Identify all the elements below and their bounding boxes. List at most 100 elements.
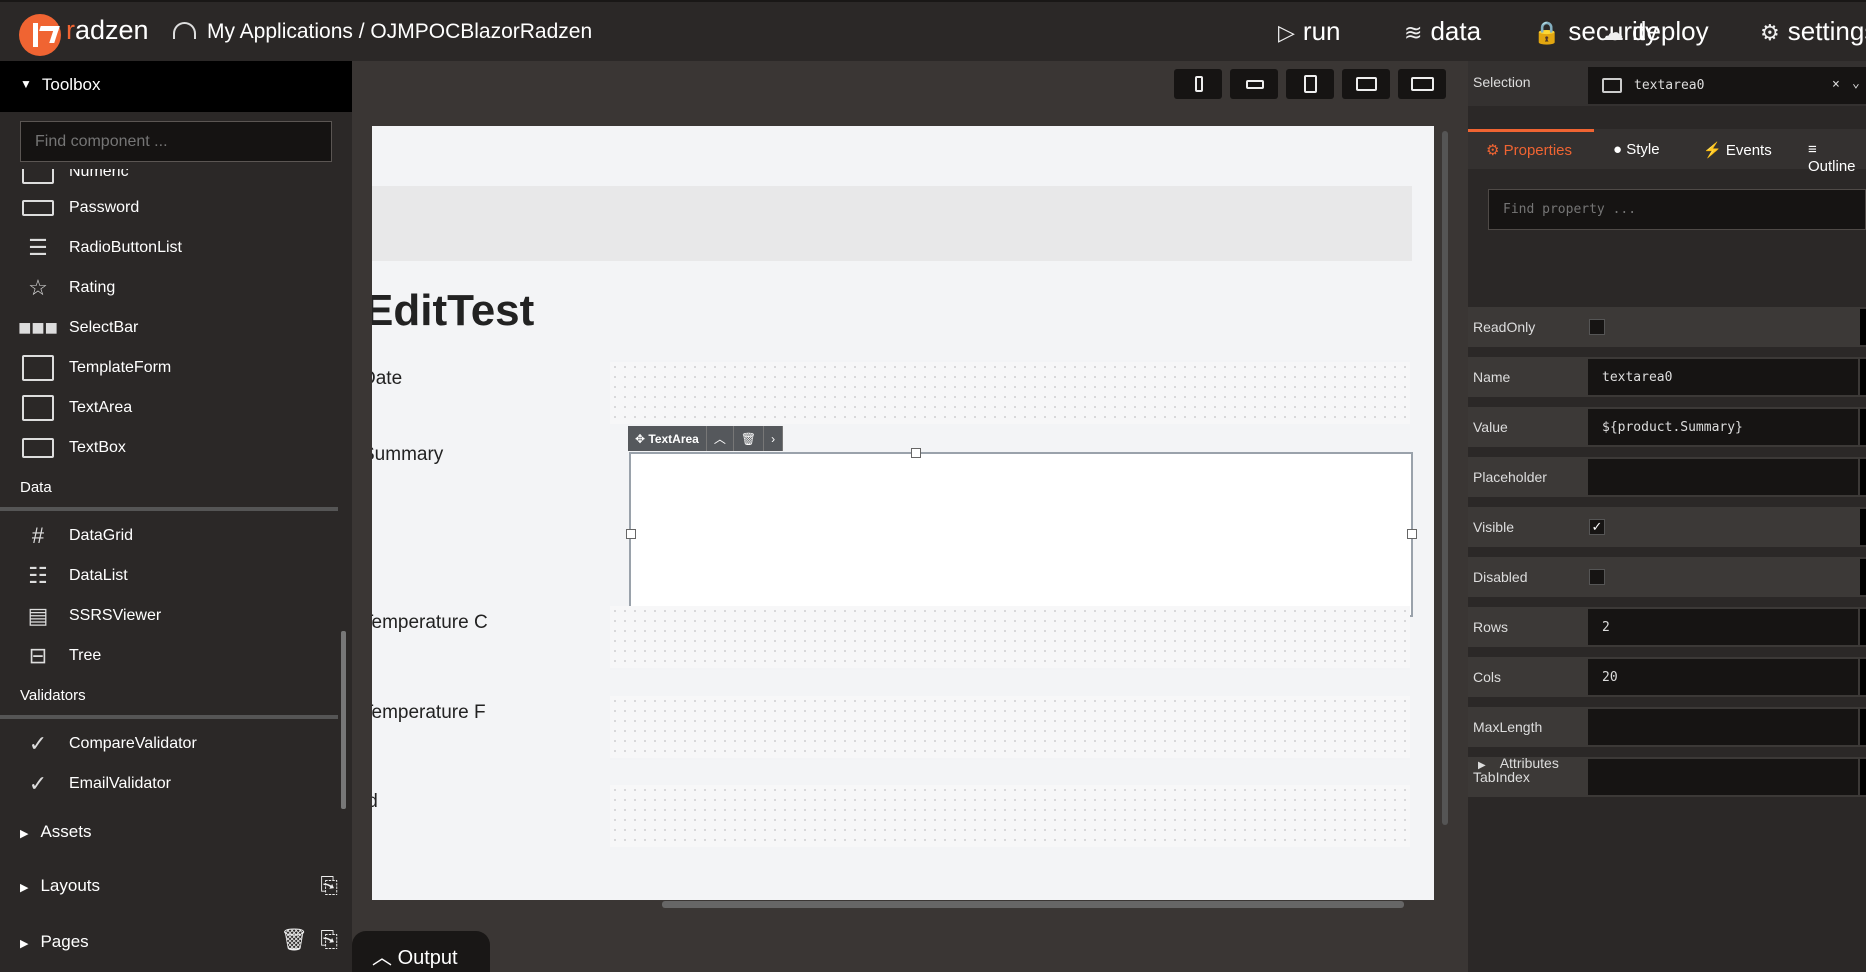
delete-icon[interactable]: 🗑 bbox=[734, 426, 765, 451]
selection-dropdown[interactable]: textarea0 × ⌄ bbox=[1588, 67, 1866, 104]
new-page-icon[interactable]: ⎘ bbox=[320, 927, 338, 953]
dashboard-icon[interactable] bbox=[173, 22, 196, 39]
lock-icon: 🔒 bbox=[1533, 20, 1561, 45]
toolbox-item-emailvalidator[interactable]: ✓ EmailValidator bbox=[20, 767, 171, 795]
property-edit-button[interactable] bbox=[1860, 409, 1866, 445]
phone-portrait-icon[interactable] bbox=[1174, 69, 1222, 99]
property-edit-button[interactable] bbox=[1860, 459, 1866, 495]
toolbox-item-selectbar[interactable]: ■■■ SelectBar bbox=[18, 311, 138, 345]
toolbox-item-radiobuttonlist[interactable]: ☰ RadioButtonList bbox=[20, 231, 182, 265]
list-icon: ☷ bbox=[28, 563, 48, 588]
property-checkbox[interactable] bbox=[1589, 319, 1605, 335]
property-edit-button[interactable] bbox=[1860, 309, 1866, 345]
resize-handle[interactable] bbox=[626, 529, 636, 539]
tablet-landscape-icon[interactable] bbox=[1342, 69, 1390, 99]
property-value-input[interactable]: 2 bbox=[1588, 609, 1858, 645]
tab-events[interactable]: ⚡ Events bbox=[1703, 129, 1772, 169]
toolbox-item-textbox[interactable]: TextBox bbox=[20, 431, 126, 465]
canvas-horizontal-scrollbar[interactable] bbox=[662, 901, 1404, 908]
chevron-up-icon: ︿ bbox=[372, 947, 392, 969]
drop-zone[interactable] bbox=[610, 606, 1410, 668]
toolbox-item-password[interactable]: Password bbox=[20, 191, 139, 225]
toolbox-item-comparevalidator[interactable]: ✓ CompareValidator bbox=[20, 727, 197, 761]
property-row-name: Name textarea0 bbox=[1468, 357, 1866, 397]
property-edit-button[interactable] bbox=[1860, 559, 1866, 595]
panel-tabs: ⚙ Properties ● Style ⚡ Events ≡ Outline bbox=[1468, 129, 1866, 175]
textarea-component[interactable] bbox=[629, 452, 1413, 617]
toolbox-item-templateform[interactable]: TemplateForm bbox=[20, 351, 171, 385]
find-component-input[interactable] bbox=[20, 121, 332, 162]
property-value-input[interactable] bbox=[1588, 759, 1858, 795]
toolbox-sidebar: ▼Toolbox Numeric Password ☰RadioButtonLi… bbox=[0, 61, 352, 972]
phone-landscape-icon[interactable] bbox=[1230, 69, 1278, 99]
output-panel-toggle[interactable]: ︿ Output bbox=[352, 931, 490, 972]
drop-zone[interactable] bbox=[610, 785, 1410, 847]
label-date: Date bbox=[372, 368, 403, 389]
drop-zone[interactable] bbox=[610, 696, 1410, 758]
property-name: Disabled bbox=[1473, 569, 1528, 585]
tab-style[interactable]: ● Style bbox=[1613, 129, 1660, 169]
select-parent-icon[interactable]: ︿ bbox=[707, 426, 734, 451]
toolbox-scrollbar[interactable] bbox=[341, 631, 346, 809]
nav-run[interactable]: ▷ run bbox=[1278, 16, 1341, 47]
selection-label: Selection bbox=[1473, 74, 1531, 90]
property-edit-button[interactable] bbox=[1860, 659, 1866, 695]
nav-settings[interactable]: ⚙settings bbox=[1760, 16, 1866, 47]
nav-data[interactable]: ≋ data bbox=[1404, 16, 1481, 47]
move-icon[interactable]: ✥ TextArea bbox=[628, 426, 707, 451]
attributes-section[interactable]: ▶ Attributes bbox=[1478, 755, 1559, 771]
tab-outline[interactable]: ≡ Outline bbox=[1808, 129, 1866, 175]
property-value-input[interactable]: 20 bbox=[1588, 659, 1858, 695]
compare-validator-icon: ✓ bbox=[28, 731, 48, 756]
property-checkbox[interactable]: ✓ bbox=[1589, 519, 1605, 535]
design-area: EditTest Date Summary ✥ TextArea ︿ 🗑 › T… bbox=[352, 61, 1468, 972]
property-edit-button[interactable] bbox=[1860, 359, 1866, 395]
page-canvas[interactable]: EditTest Date Summary ✥ TextArea ︿ 🗑 › T… bbox=[372, 126, 1434, 900]
toolbox-item-ssrsviewer[interactable]: ▤ SSRSViewer bbox=[20, 599, 162, 633]
radzen-app: radzen My Applications / OJMPOCBlazorRad… bbox=[0, 0, 1866, 972]
nav-deploy[interactable]: ☁ deploy bbox=[1602, 16, 1709, 47]
find-property-input[interactable] bbox=[1488, 189, 1866, 230]
drop-zone[interactable] bbox=[610, 362, 1410, 424]
toolbox-item-tree[interactable]: ⊟ Tree bbox=[20, 639, 102, 673]
chevron-down-icon[interactable]: ⌄ bbox=[1852, 76, 1860, 91]
new-layout-icon[interactable]: ⎘ bbox=[320, 873, 338, 899]
property-value-input[interactable] bbox=[1588, 709, 1858, 745]
radzen-logo[interactable] bbox=[19, 14, 61, 56]
panel-layouts[interactable]: ▶ Layouts bbox=[20, 876, 100, 896]
resize-handle[interactable] bbox=[1407, 529, 1417, 539]
resize-handle[interactable] bbox=[911, 448, 921, 458]
chevron-right-icon[interactable]: › bbox=[764, 426, 784, 451]
property-edit-button[interactable] bbox=[1860, 759, 1866, 795]
property-row-readonly: ReadOnly bbox=[1468, 307, 1866, 347]
property-value-input[interactable]: textarea0 bbox=[1588, 359, 1858, 395]
property-value-input[interactable]: ${product.Summary} bbox=[1588, 409, 1858, 445]
grid-icon: # bbox=[31, 523, 45, 548]
toolbox-header[interactable]: ▼ Toolbox bbox=[0, 61, 352, 112]
property-name: Cols bbox=[1473, 669, 1502, 685]
trash-icon[interactable]: 🗑 bbox=[280, 927, 308, 953]
tablet-portrait-icon[interactable] bbox=[1286, 69, 1334, 99]
panel-pages[interactable]: ▶ Pages bbox=[20, 932, 89, 952]
property-edit-button[interactable] bbox=[1860, 609, 1866, 645]
toolbox-item-numeric[interactable]: Numeric bbox=[20, 169, 129, 189]
clear-icon[interactable]: × bbox=[1832, 77, 1840, 92]
property-value-input[interactable] bbox=[1588, 459, 1858, 495]
tab-properties[interactable]: ⚙ Properties bbox=[1468, 129, 1594, 169]
toolbox-item-datagrid[interactable]: # DataGrid bbox=[20, 519, 133, 553]
numeric-icon bbox=[20, 169, 56, 186]
breadcrumb[interactable]: My Applications / OJMPOCBlazorRadzen bbox=[207, 20, 592, 44]
desktop-icon[interactable] bbox=[1398, 69, 1446, 99]
toolbox-item-textarea[interactable]: TextArea bbox=[20, 391, 132, 425]
canvas-vertical-scrollbar[interactable] bbox=[1442, 131, 1448, 825]
toolbox-item-datalist[interactable]: ☷ DataList bbox=[20, 559, 128, 593]
property-name: MaxLength bbox=[1473, 719, 1543, 735]
property-edit-button[interactable] bbox=[1860, 509, 1866, 545]
property-checkbox[interactable] bbox=[1589, 569, 1605, 585]
email-validator-icon: ✓ bbox=[28, 771, 48, 795]
toolbox-item-rating[interactable]: ☆ Rating bbox=[20, 271, 115, 305]
property-row-rows: Rows 2 bbox=[1468, 607, 1866, 647]
tree-icon: ⊟ bbox=[28, 643, 48, 668]
property-edit-button[interactable] bbox=[1860, 709, 1866, 745]
panel-assets[interactable]: ▶ Assets bbox=[20, 822, 92, 842]
